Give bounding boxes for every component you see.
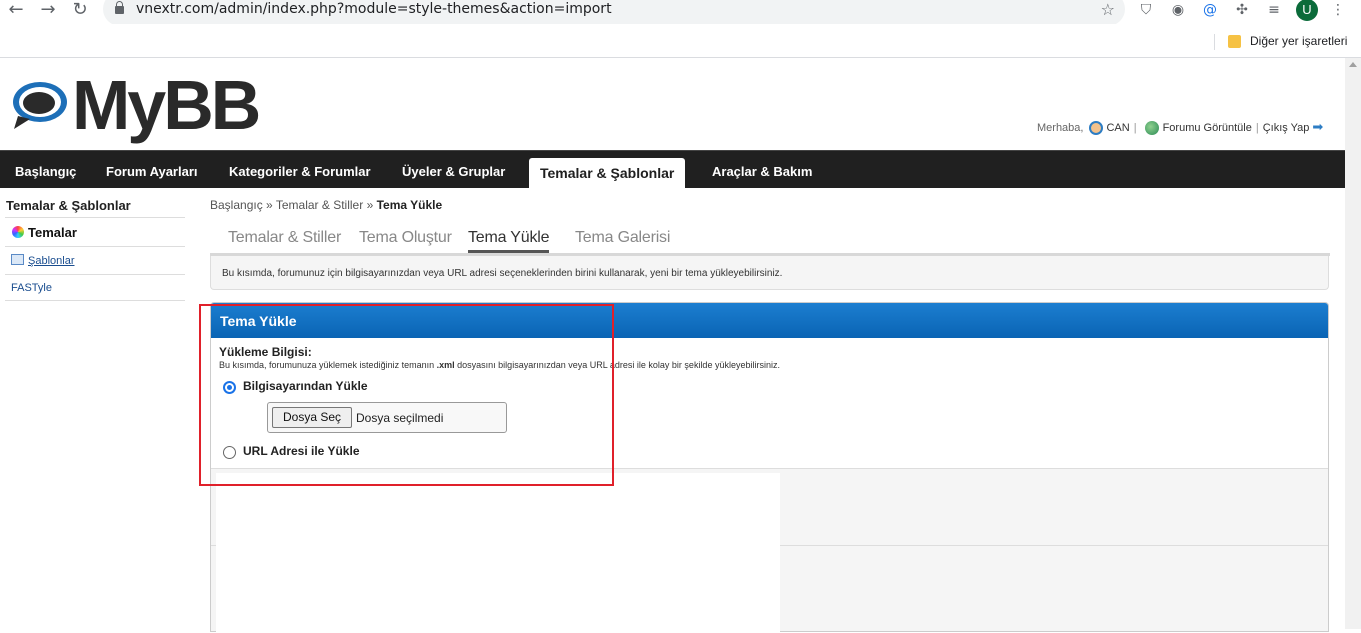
address-bar[interactable]: vnextr.com/admin/index.php?module=style-… — [103, 0, 1125, 26]
highlight-box — [199, 304, 614, 486]
nav-home[interactable]: Başlangıç — [15, 164, 76, 179]
globe-icon — [1144, 120, 1159, 135]
color-wheel-icon — [12, 226, 24, 238]
mybb-logo-text[interactable]: MyBB — [72, 67, 261, 143]
sidebar-divider — [5, 246, 185, 247]
nav-categories-forums[interactable]: Kategoriler & Forumlar — [229, 164, 371, 179]
mybb-logo-icon[interactable] — [12, 80, 70, 130]
sidebar-title: Temalar & Şablonlar — [6, 198, 131, 213]
logout-link[interactable]: Çıkış Yap — [1263, 122, 1310, 134]
profile-avatar[interactable]: U — [1296, 0, 1318, 21]
scroll-up-icon[interactable] — [1349, 62, 1357, 67]
nav-themes-templates[interactable]: Temalar & Şablonlar — [529, 158, 686, 189]
sidebar-item-fastyle[interactable]: FASTyle — [11, 282, 52, 294]
bookmarks-bar: Diğer yer işaretleri — [0, 24, 1361, 58]
media-queue-icon[interactable]: ≡ — [1264, 0, 1284, 20]
user-welcome-bar: Merhaba, CAN | Forumu Görüntüle | Çıkış Yap ➡ — [1037, 120, 1323, 135]
breadcrumb: Başlangıç » Temalar & Stiller » Tema Yük… — [210, 198, 442, 212]
description-box: Bu kısımda, forumunuz için bilgisayarını… — [210, 256, 1329, 290]
tab-themes-styles[interactable]: Temalar & Stiller — [228, 229, 341, 247]
reload-icon[interactable]: ↻ — [69, 0, 91, 20]
bookmark-star-icon[interactable]: ☆ — [1101, 0, 1115, 19]
tab-theme-gallery[interactable]: Tema Galerisi — [575, 229, 670, 247]
bookmarks-divider — [1214, 34, 1215, 50]
forward-arrow-icon[interactable]: → — [37, 0, 59, 20]
folder-icon — [1228, 35, 1241, 48]
puzzle-extensions-icon[interactable]: ✣ — [1232, 0, 1252, 20]
template-icon — [11, 254, 24, 265]
sub-tabs: Temalar & Stiller Tema Oluştur Tema Yükl… — [210, 224, 1330, 256]
main-navigation: Başlangıç Forum Ayarları Kategoriler & F… — [0, 150, 1345, 189]
tab-create-theme[interactable]: Tema Oluştur — [359, 229, 452, 247]
shield-extension-icon[interactable]: ⛉ — [1136, 0, 1156, 20]
nav-forum-settings[interactable]: Forum Ayarları — [106, 164, 198, 179]
sidebar-item-label: Şablonlar — [28, 255, 75, 267]
nav-tools-maintenance[interactable]: Araçlar & Bakım — [712, 164, 812, 179]
url-text[interactable]: vnextr.com/admin/index.php?module=style-… — [136, 1, 612, 17]
breadcrumb-separator: » — [366, 198, 374, 212]
back-arrow-icon[interactable]: ← — [5, 0, 27, 20]
sidebar-item-themes[interactable]: Temalar — [12, 225, 77, 240]
breadcrumb-home[interactable]: Başlangıç — [210, 198, 263, 212]
nav-users-groups[interactable]: Üyeler & Gruplar — [402, 164, 505, 179]
breadcrumb-separator: » — [266, 198, 273, 212]
redacted-area — [216, 473, 780, 633]
separator: | — [1133, 121, 1137, 134]
sidebar-divider — [5, 274, 185, 275]
logout-arrow-icon: ➡ — [1312, 120, 1324, 135]
user-icon — [1089, 120, 1104, 135]
sidebar-item-label: Temalar — [28, 225, 77, 240]
page-scrollbar[interactable] — [1345, 58, 1361, 629]
tab-import-theme[interactable]: Tema Yükle — [468, 229, 550, 253]
menu-dots-icon[interactable]: ⋮ — [1328, 0, 1348, 20]
breadcrumb-current: Tema Yükle — [376, 198, 443, 212]
description-text: Bu kısımda, forumunuz için bilgisayarını… — [222, 268, 783, 279]
other-bookmarks-link[interactable]: Diğer yer işaretleri — [1250, 34, 1347, 48]
browser-toolbar: ← → ↻ vnextr.com/admin/index.php?module=… — [0, 0, 1361, 26]
sidebar-item-templates[interactable]: Şablonlar — [11, 254, 74, 267]
ublock-extension-icon[interactable]: ◉ — [1168, 0, 1188, 20]
greeting-text: Merhaba, — [1037, 121, 1084, 134]
breadcrumb-parent[interactable]: Temalar & Stiller — [276, 198, 363, 212]
view-forum-link[interactable]: Forumu Görüntüle — [1163, 122, 1252, 134]
username-link[interactable]: CAN — [1106, 122, 1129, 134]
sidebar-divider — [5, 300, 185, 301]
sidebar-divider — [5, 217, 185, 218]
separator: | — [1255, 121, 1259, 134]
at-extension-icon[interactable]: @ — [1200, 0, 1220, 20]
lock-icon — [115, 1, 124, 14]
